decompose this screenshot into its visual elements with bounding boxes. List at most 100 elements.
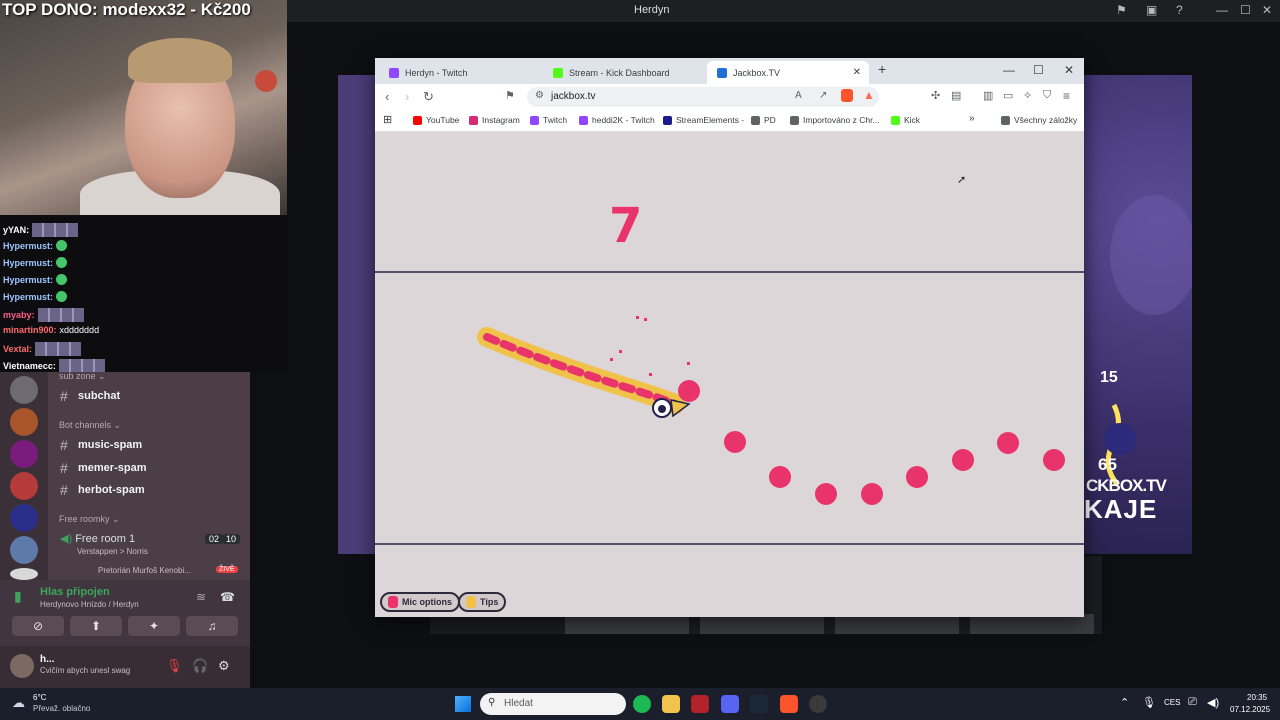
server-icon[interactable] <box>10 504 38 532</box>
bookmark-item[interactable]: Importováno z Chr... <box>790 115 880 125</box>
weather-temperature[interactable]: 6°C <box>33 693 46 702</box>
site-info-icon[interactable]: ⚙ <box>535 90 544 101</box>
vpn-icon[interactable]: ⛉ <box>1043 89 1051 102</box>
jackbox-game-area[interactable]: 7 Mic options Tips ➚ <box>375 132 1084 617</box>
back-button[interactable]: ‹ <box>385 89 389 104</box>
tab-jackbox[interactable]: Jackbox.TV ✕ <box>707 61 869 84</box>
share-icon[interactable]: ↗ <box>819 90 827 101</box>
help-icon[interactable]: ? <box>1176 3 1183 17</box>
wallet-icon[interactable]: ▭ <box>1003 89 1013 102</box>
weather-description[interactable]: Převaž. oblačno <box>33 704 90 713</box>
sidebar-icon[interactable]: ▥ <box>983 89 993 102</box>
steam-icon[interactable] <box>750 695 768 713</box>
chat-username[interactable]: Vextal: <box>3 344 32 354</box>
address-bar[interactable]: ⚙ jackbox.tv A ↗ ▲ <box>527 87 879 107</box>
minimize-button[interactable]: — <box>1216 3 1228 17</box>
tray-chevron-icon[interactable]: ⌃ <box>1120 696 1129 709</box>
file-explorer-icon[interactable] <box>662 695 680 713</box>
tab-kick-dashboard[interactable]: Stream - Kick Dashboard <box>543 61 703 84</box>
menu-icon[interactable]: ≡ <box>1063 89 1070 103</box>
forward-button[interactable]: › <box>405 89 409 104</box>
category-free-roomky[interactable]: Free roomky ⌄ <box>59 514 120 525</box>
extensions-icon[interactable]: ✣ <box>931 89 940 102</box>
chat-username[interactable]: myaby: <box>3 310 35 320</box>
chat-username[interactable]: Vietnamecc: <box>3 361 56 371</box>
inbox-icon[interactable]: ▣ <box>1146 3 1157 17</box>
brave-icon[interactable] <box>780 695 798 713</box>
close-tab-icon[interactable]: ✕ <box>853 67 861 78</box>
headphones-icon[interactable]: 🎧 <box>192 658 208 674</box>
clock-date[interactable]: 07.12.2025 <box>1230 705 1270 714</box>
channel-music-spam[interactable]: # music-spam <box>60 437 142 453</box>
mic-options-button[interactable]: Mic options <box>380 592 460 612</box>
weather-icon[interactable]: ☁ <box>12 695 25 711</box>
obs-icon[interactable] <box>809 695 827 713</box>
bookmark-item[interactable]: Kick <box>891 115 920 125</box>
rewards-icon[interactable]: ▲ <box>863 88 875 102</box>
voice-channel-free-room-1[interactable]: ◀) Free room 1 <box>60 532 135 545</box>
disconnect-icon[interactable]: ☎ <box>220 590 235 604</box>
chat-username[interactable]: Hypermust: <box>3 275 53 285</box>
bookmark-item[interactable]: YouTube <box>413 115 459 125</box>
server-icon[interactable] <box>10 376 38 404</box>
server-icon[interactable] <box>10 472 38 500</box>
soundboard-button[interactable]: ♫ <box>186 616 238 636</box>
server-icon[interactable] <box>10 568 38 580</box>
maximize-button[interactable]: ☐ <box>1240 3 1251 17</box>
new-tab-button[interactable]: + <box>878 61 886 77</box>
flag-icon[interactable]: ⚑ <box>1116 3 1127 17</box>
reload-button[interactable]: ↻ <box>423 89 434 105</box>
tips-button[interactable]: Tips <box>458 592 507 612</box>
input-language[interactable]: CES <box>1164 698 1180 707</box>
bookmark-item[interactable]: heddi2K - Twitch <box>579 115 655 125</box>
chat-username[interactable]: Hypermust: <box>3 241 53 251</box>
browser-maximize-button[interactable]: ☐ <box>1033 63 1044 77</box>
camera-off-button[interactable]: ⊘ <box>12 616 64 636</box>
voice-app-icon[interactable] <box>691 695 709 713</box>
bookmark-item[interactable]: Instagram <box>469 115 520 125</box>
network-icon[interactable]: ⎚ <box>1188 696 1197 709</box>
tab-search-icon[interactable]: ▤ <box>951 89 961 102</box>
volume-icon[interactable]: ◀) <box>1207 696 1219 709</box>
spotify-icon[interactable] <box>633 695 651 713</box>
brave-shield-icon[interactable] <box>841 89 853 102</box>
leo-ai-icon[interactable]: ✧ <box>1023 89 1032 102</box>
server-icon[interactable] <box>10 408 38 436</box>
bookmark-icon[interactable]: ⚑ <box>505 89 515 102</box>
clock-time[interactable]: 20:35 <box>1247 693 1267 702</box>
chat-username[interactable]: minartin900: <box>3 325 57 335</box>
category-sub-zone[interactable]: sub zone ⌄ <box>59 371 106 382</box>
taskbar-search[interactable]: ⚲ Hledat <box>480 693 626 715</box>
settings-gear-icon[interactable]: ⚙ <box>218 658 230 674</box>
voice-member[interactable]: Pretorián Murfoš Kenobi... <box>98 566 191 575</box>
chat-username[interactable]: Hypermust: <box>3 258 53 268</box>
channel-memer-spam[interactable]: # memer-spam <box>60 460 146 476</box>
channel-herbot-spam[interactable]: # herbot-spam <box>60 482 145 498</box>
close-button[interactable]: ✕ <box>1262 3 1272 17</box>
avatar[interactable] <box>10 654 34 678</box>
chat-username[interactable]: Hypermust: <box>3 292 53 302</box>
tab-twitch[interactable]: Herdyn - Twitch <box>379 61 539 84</box>
screen-share-button[interactable]: ⬆ <box>70 616 122 636</box>
mic-muted-icon[interactable]: 🎙 <box>166 658 183 674</box>
noise-suppression-icon[interactable]: ≋ <box>196 590 206 604</box>
more-bookmarks-icon[interactable]: » <box>969 113 975 124</box>
voice-location[interactable]: Herdynovo Hnízdo / Herdyn <box>40 600 139 609</box>
game-canvas[interactable]: 7 <box>375 132 1084 617</box>
bookmark-item[interactable]: PD <box>751 115 776 125</box>
activities-button[interactable]: ✦ <box>128 616 180 636</box>
chat-username[interactable]: yYAN: <box>3 225 29 235</box>
discord-icon[interactable] <box>721 695 739 713</box>
browser-close-button[interactable]: ✕ <box>1064 63 1074 77</box>
translate-icon[interactable]: A <box>795 90 802 101</box>
bookmark-item[interactable]: StreamElements - <box>663 115 744 125</box>
server-icon[interactable] <box>10 536 38 564</box>
category-bot-channels[interactable]: Bot channels ⌄ <box>59 420 121 431</box>
bookmark-item[interactable]: Všechny záložky <box>1001 115 1077 125</box>
apps-grid-icon[interactable]: ⊞ <box>383 113 392 126</box>
bookmark-item[interactable]: Twitch <box>530 115 567 125</box>
tray-mic-icon[interactable]: 🎙 <box>1142 696 1156 709</box>
browser-minimize-button[interactable]: — <box>1003 63 1015 77</box>
server-icon[interactable] <box>10 440 38 468</box>
windows-start-icon[interactable] <box>455 696 471 712</box>
